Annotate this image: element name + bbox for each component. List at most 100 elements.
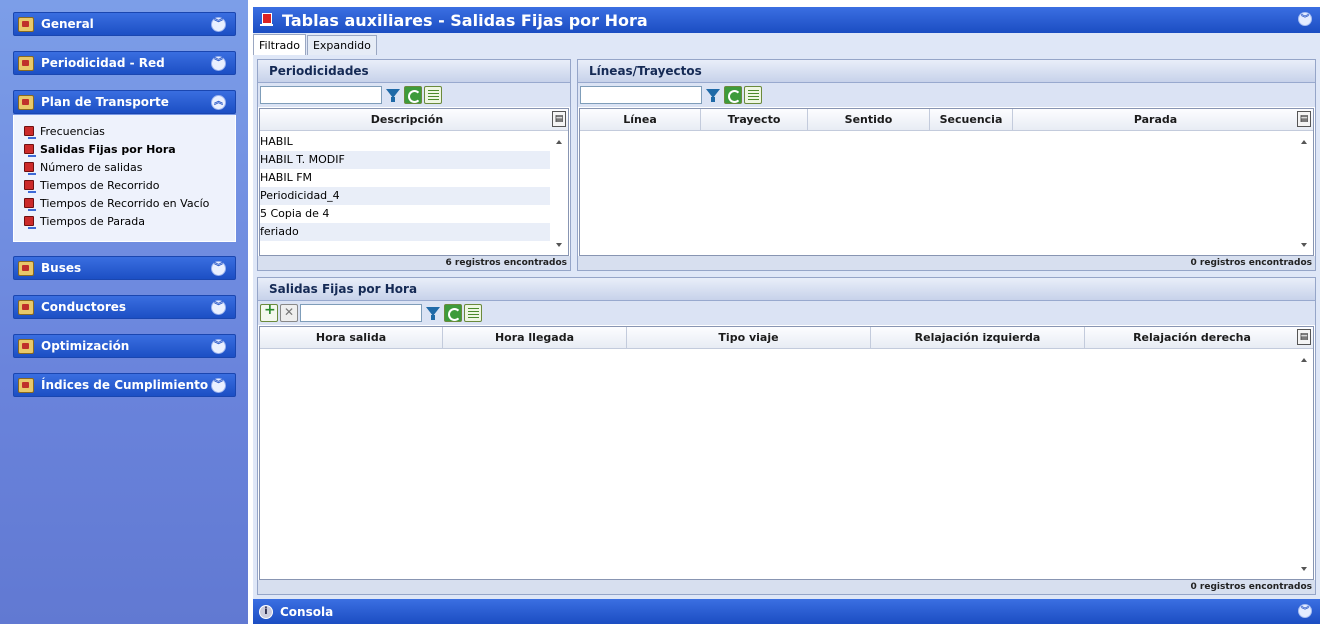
sidebar-section-plan-de-transporte[interactable]: Plan de Transporte ︽: [13, 90, 236, 114]
column-chooser-icon[interactable]: ▤: [1297, 111, 1311, 127]
salidas-filter-input[interactable]: [300, 304, 422, 322]
chevron-down-icon[interactable]: ︾: [211, 261, 226, 276]
lineas-grid: Línea Trayecto Sentido Secuencia Parada …: [579, 108, 1314, 256]
sidebar-section-periodicidad-red[interactable]: Periodicidad - Red ︾: [13, 51, 236, 75]
indices-icon: [18, 377, 34, 393]
refresh-icon[interactable]: [724, 86, 742, 104]
column-header-relajacion-derecha[interactable]: Relajación derecha: [1085, 327, 1299, 349]
refresh-icon[interactable]: [444, 304, 462, 322]
column-header-secuencia[interactable]: Secuencia: [930, 109, 1013, 131]
column-header-tipo-viaje[interactable]: Tipo viaje: [627, 327, 871, 349]
sidebar-section-label: Periodicidad - Red: [41, 56, 165, 70]
chevron-up-icon[interactable]: ︽: [211, 95, 226, 110]
tab-filtrado[interactable]: Filtrado: [253, 34, 306, 55]
filter-icon[interactable]: [704, 86, 722, 104]
sidebar-section-label: General: [41, 17, 94, 31]
salidas-record-count: 0 registros encontrados: [258, 580, 1315, 594]
buses-icon: [18, 260, 34, 276]
table-row[interactable]: HABIL T. MODIF: [260, 151, 550, 169]
sidebar-section-label: Optimización: [41, 339, 130, 353]
column-header-hora-llegada[interactable]: Hora llegada: [443, 327, 627, 349]
sidebar-item-tiempos-de-parada[interactable]: Tiempos de Parada: [22, 213, 145, 230]
periodicidades-grid: Descripción ▤ HABIL HABIL T. MODIF HABIL…: [259, 108, 569, 256]
tiempos-recorrido-vacio-icon: [22, 197, 36, 211]
filter-icon[interactable]: [424, 304, 442, 322]
sidebar-section-buses[interactable]: Buses ︾: [13, 256, 236, 280]
sidebar-section-label: Índices de Cumplimiento: [41, 378, 209, 392]
table-row[interactable]: Periodicidad_4: [260, 187, 550, 205]
sidebar-item-tiempos-de-recorrido-en-vacio[interactable]: Tiempos de Recorrido en Vacío: [22, 195, 209, 212]
tablas-auxiliares-icon: [260, 12, 274, 28]
column-header-sentido[interactable]: Sentido: [808, 109, 930, 131]
sidebar-item-label: Frecuencias: [40, 125, 105, 138]
lineas-toolbar: [578, 83, 1315, 107]
export-excel-icon[interactable]: [424, 86, 442, 104]
grid-header: Hora salida Hora llegada Tipo viaje Rela…: [260, 327, 1313, 349]
sidebar-section-general[interactable]: General ︾: [13, 12, 236, 36]
sidebar-item-label: Número de salidas: [40, 161, 143, 174]
tiempos-parada-icon: [22, 215, 36, 229]
sidebar-section-conductores[interactable]: Conductores ︾: [13, 295, 236, 319]
panel-title: Salidas Fijas por Hora: [258, 278, 1315, 301]
numero-salidas-icon: [22, 161, 36, 175]
vertical-scrollbar[interactable]: [1297, 132, 1313, 255]
filter-icon[interactable]: [384, 86, 402, 104]
lineas-record-count: 0 registros encontrados: [578, 256, 1315, 270]
column-header-parada[interactable]: Parada: [1013, 109, 1298, 131]
frecuencias-icon: [22, 125, 36, 139]
sidebar-item-frecuencias[interactable]: Frecuencias: [22, 123, 105, 140]
column-header-hora-salida[interactable]: Hora salida: [260, 327, 443, 349]
vertical-scrollbar[interactable]: [1297, 350, 1313, 579]
chevron-down-icon[interactable]: ︾: [1298, 12, 1312, 26]
tab-expandido[interactable]: Expandido: [306, 35, 377, 55]
chevron-down-icon[interactable]: ︾: [211, 300, 226, 315]
chevron-down-icon[interactable]: ︾: [211, 56, 226, 71]
sidebar-item-salidas-fijas-por-hora[interactable]: Salidas Fijas por Hora: [22, 141, 176, 158]
column-header-relajacion-izquierda[interactable]: Relajación izquierda: [871, 327, 1085, 349]
periodicidades-toolbar: [258, 83, 570, 107]
column-chooser-icon[interactable]: ▤: [552, 111, 566, 127]
tab-label: Expandido: [312, 39, 371, 52]
sidebar-section-label: Plan de Transporte: [41, 95, 169, 109]
column-header-linea[interactable]: Línea: [580, 109, 701, 131]
conductores-icon: [18, 299, 34, 315]
plan-de-transporte-items: Frecuencias Salidas Fijas por Hora Númer…: [13, 115, 236, 242]
chevron-down-icon[interactable]: ︾: [211, 339, 226, 354]
sidebar-section-indices-de-cumplimiento[interactable]: Índices de Cumplimiento ︾: [13, 373, 236, 397]
sidebar-item-numero-de-salidas[interactable]: Número de salidas: [22, 159, 142, 176]
table-row[interactable]: HABIL FM: [260, 169, 550, 187]
sidebar-section-optimizacion[interactable]: Optimización ︾: [13, 334, 236, 358]
sidebar-item-tiempos-de-recorrido[interactable]: Tiempos de Recorrido: [22, 177, 159, 194]
table-row[interactable]: 5 Copia de 4: [260, 205, 550, 223]
delete-row-icon[interactable]: [280, 304, 298, 322]
sidebar-item-label: Salidas Fijas por Hora: [40, 143, 176, 156]
table-row[interactable]: HABIL: [260, 133, 550, 151]
add-row-icon[interactable]: [260, 302, 278, 322]
export-excel-icon[interactable]: [744, 86, 762, 104]
lineas-trayectos-panel: Líneas/Trayectos Línea Trayecto Sentido …: [577, 59, 1316, 271]
periodicidad-icon: [18, 55, 34, 71]
salidas-grid: Hora salida Hora llegada Tipo viaje Rela…: [259, 326, 1314, 580]
main-area: Tablas auxiliares - Salidas Fijas por Ho…: [253, 7, 1320, 624]
sidebar-section-label: Conductores: [41, 300, 127, 314]
periodicidades-filter-input[interactable]: [260, 86, 382, 104]
lineas-filter-input[interactable]: [580, 86, 702, 104]
chevron-down-icon[interactable]: ︾: [211, 17, 226, 32]
title-bar: Tablas auxiliares - Salidas Fijas por Ho…: [253, 7, 1320, 33]
sidebar: General ︾ Periodicidad - Red ︾ Plan de T…: [0, 0, 248, 624]
column-chooser-icon[interactable]: ▤: [1297, 329, 1311, 345]
refresh-icon[interactable]: [404, 86, 422, 104]
export-excel-icon[interactable]: [464, 304, 482, 322]
plan-transporte-icon: [18, 94, 34, 110]
chevron-down-icon[interactable]: ︾: [1298, 604, 1312, 618]
console-bar[interactable]: i Consola ︾: [253, 599, 1320, 624]
tab-label: Filtrado: [259, 38, 300, 52]
tab-bar: Filtrado Expandido: [253, 34, 378, 55]
chevron-down-icon[interactable]: ︾: [211, 378, 226, 393]
sidebar-item-label: Tiempos de Recorrido: [40, 179, 160, 192]
table-row[interactable]: feriado: [260, 223, 550, 241]
vertical-scrollbar[interactable]: [552, 132, 568, 255]
column-header-trayecto[interactable]: Trayecto: [701, 109, 808, 131]
periodicidades-record-count: 6 registros encontrados: [258, 256, 570, 270]
column-header-descripcion[interactable]: Descripción: [260, 109, 554, 131]
